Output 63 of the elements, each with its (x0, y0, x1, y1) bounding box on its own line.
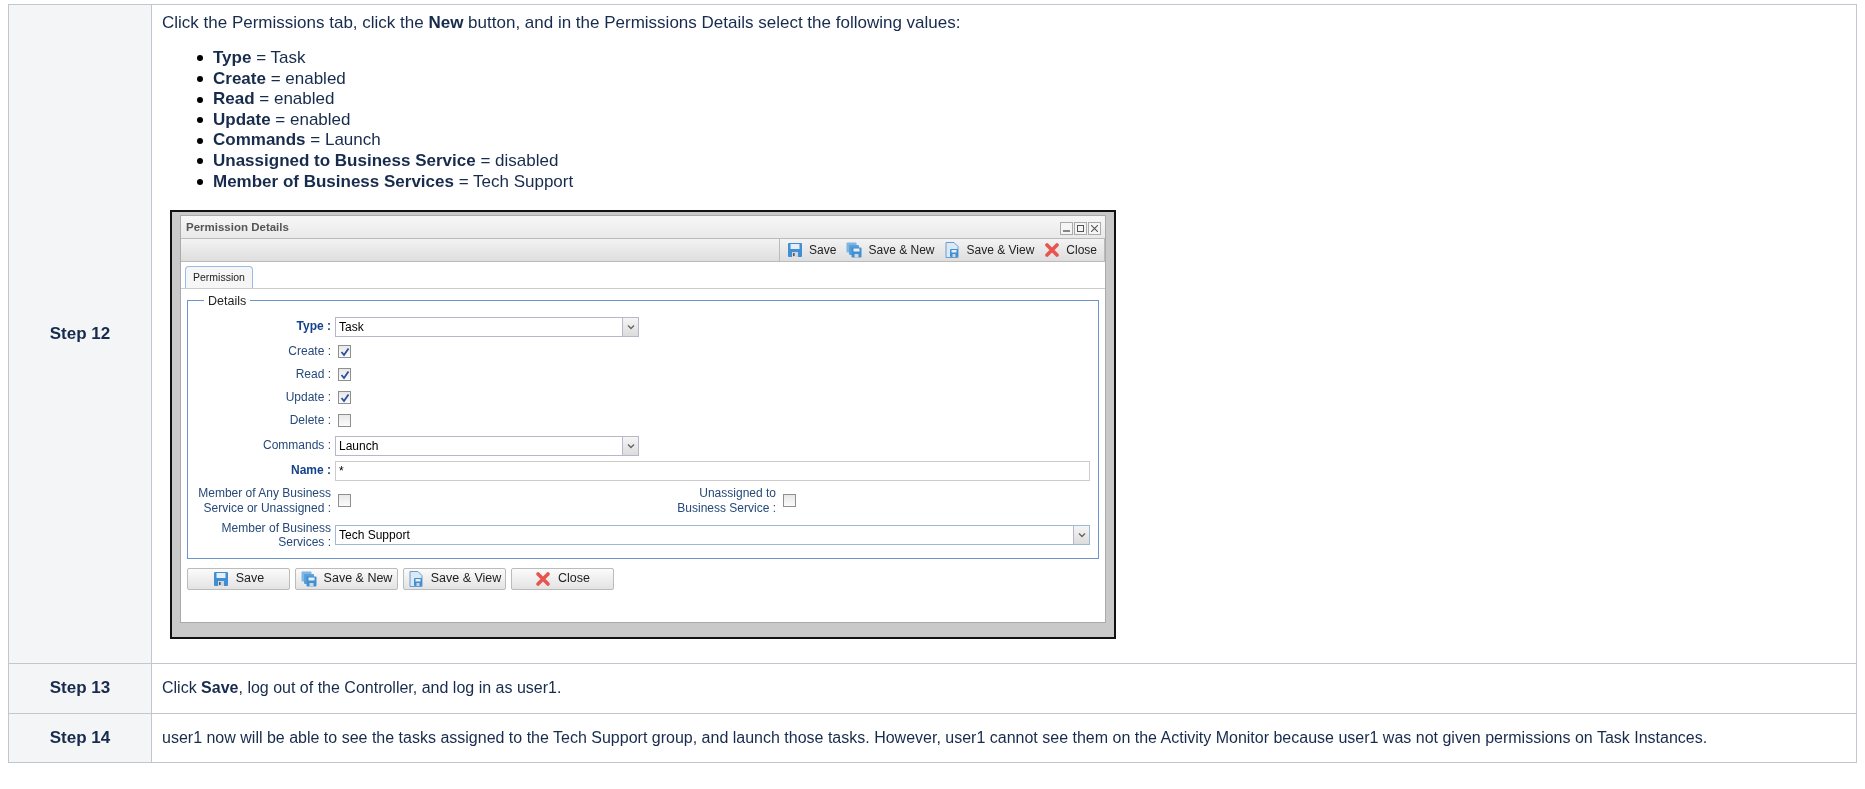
field-label: Create : (287, 344, 332, 359)
instruction-text: Click the Permissions tab, click the New button, and in the Permissions Details select the following values: (162, 12, 962, 34)
field-label: Read : (294, 367, 332, 382)
form-button[interactable]: Save & New (295, 567, 398, 590)
stacked-floppy-disks-icon (846, 242, 863, 259)
maximize-button[interactable] (1074, 221, 1087, 235)
bullet-dot (197, 76, 203, 82)
bullet-text: Read = enabled (213, 89, 335, 110)
bullet-text: Commands = Launch (213, 130, 381, 152)
document-floppy-icon (407, 570, 424, 587)
toolbar-button[interactable]: Save (784, 242, 840, 259)
minimize-icon (1063, 230, 1070, 233)
toolbar-button[interactable]: Save & View (941, 242, 1038, 259)
bullet-dot (197, 96, 203, 103)
step-label: Step 13 (8, 663, 152, 713)
checkbox[interactable] (783, 494, 796, 508)
bullet-dot (197, 55, 203, 62)
maximize-icon (1077, 224, 1084, 232)
toolbar-button[interactable]: Save & New (843, 242, 938, 259)
tab[interactable]: Permission (185, 266, 253, 288)
document-floppy-icon (944, 242, 961, 259)
close-icon (535, 570, 551, 587)
close-button[interactable] (1088, 221, 1101, 235)
instruction-text: Click Save, log out of the Controller, and log in as user1. (162, 677, 563, 698)
field-label: Unassigned to Business Service : (676, 486, 777, 515)
dropdown-field[interactable]: Task (335, 316, 639, 337)
field-label: Member of Any Business Service or Unassigned : (197, 486, 332, 515)
form-button[interactable]: Save (187, 567, 290, 590)
dropdown-field[interactable]: Launch (335, 435, 639, 456)
field-label: Commands : (261, 438, 332, 453)
toolbar-button[interactable]: Close (1041, 242, 1100, 259)
bullet-text: Member of Business Services = Tech Support (213, 171, 574, 193)
bullet-text: Unassigned to Business Service = disabled (213, 151, 559, 172)
bullet-dot (197, 158, 203, 165)
minimize-button[interactable] (1060, 221, 1073, 235)
dropdown-field[interactable]: Tech Support (335, 525, 1090, 546)
stacked-floppy-disks-icon (300, 570, 317, 587)
group-legend: Details (204, 294, 251, 308)
bullet-dot (197, 178, 203, 185)
bullet-text: Create = enabled (213, 68, 346, 90)
field-label: Name : (290, 463, 332, 478)
form-button[interactable]: Save & View (403, 567, 506, 590)
bullet-dot (197, 117, 203, 124)
step-label: Step 12 (8, 4, 152, 664)
form-button[interactable]: Close (511, 567, 614, 590)
checkbox[interactable] (338, 414, 351, 428)
window-title: Permission Details (186, 221, 289, 236)
close-icon (1044, 242, 1061, 259)
bullet-text: Type = Task (213, 48, 306, 69)
checkbox[interactable] (338, 391, 351, 405)
bullet-dot (197, 137, 203, 144)
checkbox[interactable] (338, 345, 351, 359)
field-label: Type : (295, 319, 332, 334)
step-label: Step 14 (8, 713, 152, 763)
text-field[interactable]: * (335, 460, 1090, 481)
instruction-text: user1 now will be able to see the tasks assigned to the Tech Support group, and launch those tasks. However, user1 cannot see them on the Activity Monitor because user1 was not given permissions on Task Instances. (162, 727, 1709, 748)
bullet-text: Update = enabled (213, 109, 351, 131)
checkbox[interactable] (338, 494, 351, 508)
close-icon (1091, 224, 1098, 232)
field-label: Update : (284, 390, 332, 405)
checkbox[interactable] (338, 368, 351, 382)
field-label: Member of Business Services : (220, 520, 332, 550)
field-label: Delete : (288, 413, 332, 428)
